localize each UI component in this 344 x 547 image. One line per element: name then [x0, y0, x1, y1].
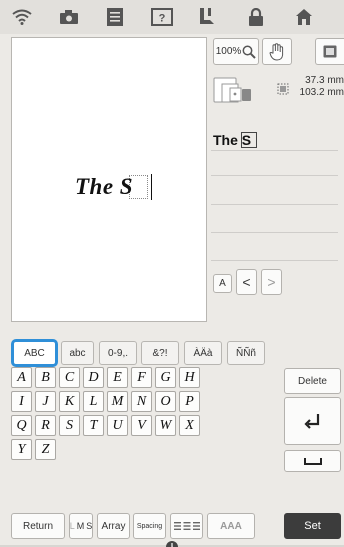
key-V[interactable]: V: [131, 415, 152, 436]
hand-icon: [269, 42, 284, 61]
entry-line-3: [211, 204, 338, 205]
array-button[interactable]: Array: [97, 513, 130, 539]
camera-icon[interactable]: [49, 0, 89, 34]
align-icon: [173, 522, 200, 530]
tab-uppercase[interactable]: ABC: [11, 339, 58, 367]
tab-lowercase[interactable]: abc: [61, 341, 94, 365]
clock-icon: [165, 540, 179, 547]
entry-line-5: [211, 260, 338, 261]
size-dimension-icon: [276, 82, 290, 96]
return-button[interactable]: Return: [11, 513, 65, 539]
size-select-button[interactable]: LMS: [69, 513, 93, 539]
spacing-button[interactable]: Spacing: [133, 513, 166, 539]
key-G[interactable]: G: [155, 367, 176, 388]
home-icon[interactable]: [284, 0, 324, 34]
hoop-indicator-icon[interactable]: [213, 75, 253, 105]
text-cursor: [151, 174, 152, 200]
key-I[interactable]: I: [11, 391, 32, 412]
key-H[interactable]: H: [179, 367, 200, 388]
tab-accented-n[interactable]: ÑÑñ: [227, 341, 265, 365]
delete-button[interactable]: Delete: [284, 368, 341, 394]
align-button[interactable]: [170, 513, 203, 539]
key-X[interactable]: X: [179, 415, 200, 436]
size-width: 37.3 mm: [305, 75, 344, 86]
zoom-button[interactable]: 100%: [213, 38, 259, 65]
key-M[interactable]: M: [107, 391, 128, 412]
help-icon[interactable]: ?: [142, 0, 182, 34]
size-height: 103.2 mm: [299, 87, 344, 98]
entry-line-2: [211, 175, 338, 176]
font-style-button[interactable]: AAA: [207, 513, 255, 539]
newline-button[interactable]: [284, 397, 341, 445]
entry-line-4: [211, 232, 338, 233]
preview-icon: [323, 45, 337, 58]
key-A[interactable]: A: [11, 367, 32, 388]
hand-tool-button[interactable]: [262, 38, 292, 65]
font-select-button[interactable]: A: [213, 274, 232, 293]
tab-accented-a[interactable]: ÀÄà: [184, 341, 222, 365]
prev-char-button[interactable]: <: [236, 269, 257, 295]
tab-numbers[interactable]: 0-9,.: [99, 341, 137, 365]
size-readout: 37.3 mm 103.2 mm: [294, 75, 344, 99]
key-S[interactable]: S: [59, 415, 80, 436]
key-T[interactable]: T: [83, 415, 104, 436]
key-B[interactable]: B: [35, 367, 56, 388]
document-icon[interactable]: [95, 0, 135, 34]
next-char-button[interactable]: >: [261, 269, 282, 295]
tab-symbols[interactable]: &?!: [141, 341, 179, 365]
key-P[interactable]: P: [179, 391, 200, 412]
lock-icon[interactable]: [236, 0, 276, 34]
key-U[interactable]: U: [107, 415, 128, 436]
key-D[interactable]: D: [83, 367, 104, 388]
key-Z[interactable]: Z: [35, 439, 56, 460]
space-icon: [303, 458, 322, 465]
size-s-label: S: [86, 521, 93, 531]
size-m-label: M: [76, 521, 85, 531]
entry-line-1: [211, 150, 338, 151]
magnifier-icon: [242, 45, 256, 59]
key-C[interactable]: C: [59, 367, 80, 388]
zoom-value: 100%: [215, 46, 242, 57]
key-J[interactable]: J: [35, 391, 56, 412]
key-R[interactable]: R: [35, 415, 56, 436]
key-Y[interactable]: Y: [11, 439, 32, 460]
key-Q[interactable]: Q: [11, 415, 32, 436]
embroidery-foot-icon[interactable]: [188, 0, 228, 34]
wifi-icon[interactable]: [2, 0, 42, 34]
svg-text:?: ?: [159, 13, 166, 25]
space-button[interactable]: [284, 450, 341, 472]
key-E[interactable]: E: [107, 367, 128, 388]
top-toolbar: ?: [0, 0, 344, 34]
key-N[interactable]: N: [131, 391, 152, 412]
embroidery-canvas[interactable]: The S: [11, 37, 207, 322]
preview-button[interactable]: [315, 38, 344, 65]
key-W[interactable]: W: [155, 415, 176, 436]
key-O[interactable]: O: [155, 391, 176, 412]
enter-icon: [303, 414, 319, 429]
set-button[interactable]: Set: [284, 513, 341, 539]
key-K[interactable]: K: [59, 391, 80, 412]
key-F[interactable]: F: [131, 367, 152, 388]
size-l-label: L: [69, 521, 75, 531]
key-L[interactable]: L: [83, 391, 104, 412]
canvas-text: The S: [75, 174, 134, 199]
text-entry-cursor-box: [241, 132, 257, 148]
